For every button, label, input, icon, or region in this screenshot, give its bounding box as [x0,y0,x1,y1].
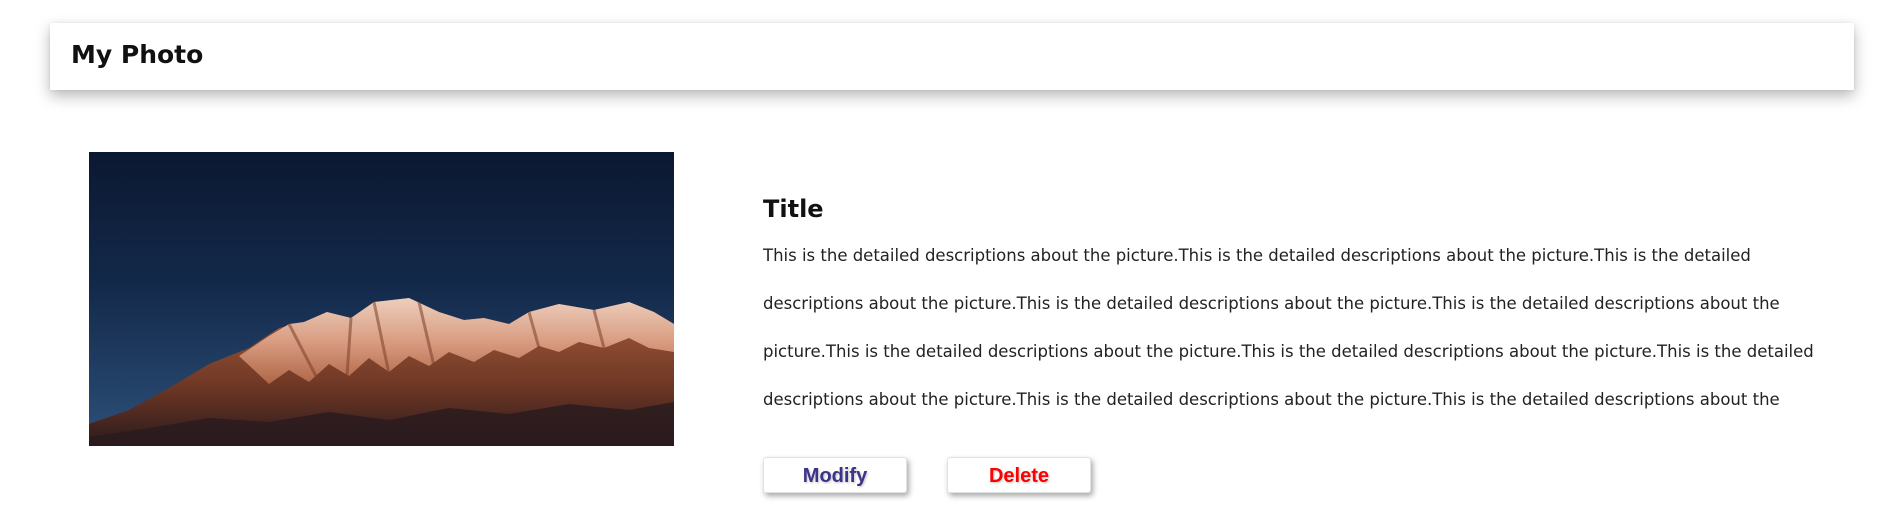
detail-title: Title [763,195,824,223]
photo-image [89,152,674,446]
page-title: My Photo [71,40,204,69]
detail-description: This is the detailed descriptions about … [763,246,1814,410]
modify-button[interactable]: Modify [763,457,907,493]
delete-button[interactable]: Delete [947,457,1091,493]
photo-detail: Title This is the detailed descriptions … [763,196,1853,436]
mountain-illustration [89,152,674,446]
app-header: My Photo [50,23,1854,90]
